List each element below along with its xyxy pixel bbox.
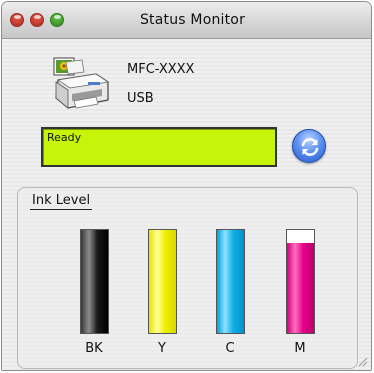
ink-fill-m xyxy=(287,243,314,333)
ink-bar-bk xyxy=(80,229,109,334)
status-monitor-window: Status Monitor MFC-XXXX USB Ready Ink Le… xyxy=(1,1,372,371)
ink-label-bk: BK xyxy=(85,341,103,356)
status-text: Ready xyxy=(47,131,82,144)
title-bar[interactable]: Status Monitor xyxy=(2,2,371,39)
ink-label-c: C xyxy=(225,341,235,356)
resize-grip-icon[interactable] xyxy=(357,356,368,367)
ink-bar-c xyxy=(216,229,245,334)
ink-bar-m xyxy=(286,229,315,334)
device-model: MFC-XXXX xyxy=(127,62,195,77)
printer-icon xyxy=(53,57,110,109)
ink-label-y: Y xyxy=(158,341,166,356)
window-content: MFC-XXXX USB Ready Ink Level BK Y C M xyxy=(2,39,371,370)
ink-label-m: M xyxy=(294,341,306,356)
ink-level-title: Ink Level xyxy=(30,193,93,210)
ink-fill-y xyxy=(149,230,176,333)
status-display: Ready xyxy=(41,127,277,167)
ink-fill-bk xyxy=(81,230,108,333)
window-title: Status Monitor xyxy=(139,12,246,28)
ink-bar-y xyxy=(148,229,177,334)
device-connection: USB xyxy=(127,91,154,106)
refresh-icon xyxy=(301,138,319,156)
refresh-button[interactable] xyxy=(292,129,326,163)
ink-fill-c xyxy=(217,230,244,333)
